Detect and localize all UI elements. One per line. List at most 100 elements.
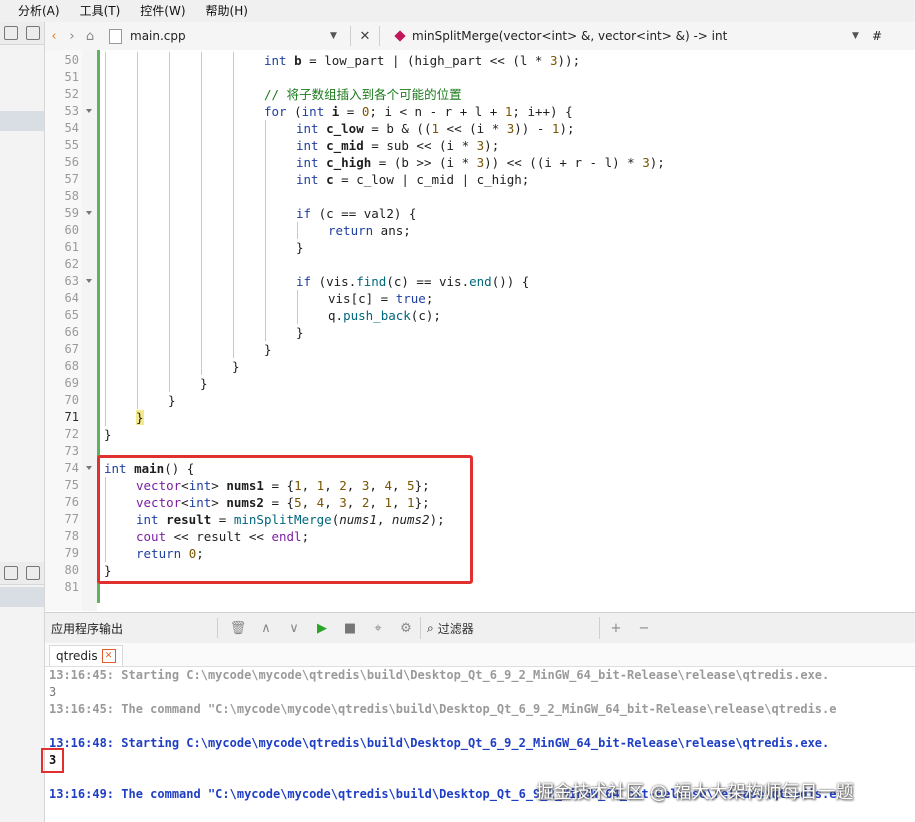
code-line[interactable]: 59 if (c == val2) { — [45, 205, 915, 222]
minus-icon[interactable]: − — [630, 621, 658, 636]
highlight-box-output — [41, 748, 64, 773]
indent-guide — [105, 154, 106, 171]
indent-guide — [137, 324, 138, 341]
tab-qtredis[interactable]: qtredis ✕ — [49, 645, 123, 666]
line-number: 51 — [64, 70, 79, 84]
code-line[interactable]: 69} — [45, 375, 915, 392]
indent-guide — [233, 324, 234, 341]
back-arrow-icon[interactable]: ‹ — [45, 29, 63, 44]
close-icon[interactable]: ✕ — [357, 29, 373, 44]
code-text: } — [264, 342, 272, 357]
close-icon[interactable]: ✕ — [101, 649, 116, 663]
filter-field[interactable]: ⌕ 过滤器 — [420, 617, 600, 639]
code-line[interactable]: 72} — [45, 426, 915, 443]
current-function-selector[interactable]: minSplitMerge(vector<int> &, vector<int>… — [412, 29, 852, 43]
indent-guide — [233, 188, 234, 205]
code-text: int c_high = (b >> (i * 3)) << ((i + r -… — [296, 155, 665, 170]
trash-icon[interactable]: 🗑 — [224, 621, 252, 636]
chevron-down-icon[interactable]: ∨ — [280, 621, 308, 636]
open-file-name[interactable]: main.cpp — [130, 29, 330, 43]
line-number: 73 — [64, 444, 79, 458]
indent-guide — [105, 273, 106, 290]
code-line[interactable]: 53 for (int i = 0; i < n - r + l + 1; i++… — [45, 103, 915, 120]
code-line[interactable]: 55 int c_mid = sub << (i * 3); — [45, 137, 915, 154]
menu-controls[interactable]: 控件(W) — [130, 0, 195, 22]
line-number: 71 — [64, 410, 79, 424]
indent-guide — [169, 324, 170, 341]
code-line[interactable]: 71} — [45, 409, 915, 426]
chevron-down-icon[interactable]: ▼ — [330, 31, 344, 41]
menu-help[interactable]: 帮助(H) — [196, 0, 258, 22]
chevron-up-icon[interactable]: ∧ — [252, 621, 280, 636]
line-number: 55 — [64, 138, 79, 152]
attach-icon[interactable]: ⌖ — [364, 621, 392, 636]
output-tabs: qtredis ✕ — [45, 643, 915, 667]
left-panel-selected-item[interactable] — [0, 111, 44, 131]
code-line[interactable]: 65 q.push_back(c); — [45, 307, 915, 324]
menu-analyze[interactable]: 分析(A) — [0, 0, 70, 22]
chevron-down-icon[interactable]: ▼ — [852, 31, 866, 41]
indent-guide — [233, 171, 234, 188]
code-line[interactable]: 60 return ans; — [45, 222, 915, 239]
line-number: 63 — [64, 274, 79, 288]
left-panel-toolbar-top — [0, 22, 44, 45]
code-editor[interactable]: 50 int b = low_part | (high_part << (l * … — [45, 50, 915, 611]
indent-guide — [265, 205, 266, 222]
code-line[interactable]: 64 vis[c] = true; — [45, 290, 915, 307]
indent-guide — [137, 205, 138, 222]
code-line[interactable]: 61} — [45, 239, 915, 256]
fold-arrow-icon[interactable] — [86, 279, 92, 283]
indent-guide — [201, 154, 202, 171]
fold-arrow-icon[interactable] — [86, 211, 92, 215]
collapse-icon[interactable] — [26, 26, 40, 40]
run-icon[interactable]: ▶ — [308, 621, 336, 636]
indent-guide — [137, 375, 138, 392]
indent-guide — [233, 69, 234, 86]
code-line[interactable]: 62 — [45, 256, 915, 273]
code-text: for (int i = 0; i < n - r + l + 1; i++) … — [264, 104, 573, 119]
menu-tools[interactable]: 工具(T) — [70, 0, 131, 22]
symbol-selector[interactable]: # — [872, 29, 882, 43]
line-number: 76 — [64, 495, 79, 509]
code-line[interactable]: 66} — [45, 324, 915, 341]
line-number: 52 — [64, 87, 79, 101]
code-line[interactable]: 63 if (vis.find(c) == vis.end()) { — [45, 273, 915, 290]
indent-guide — [297, 307, 298, 324]
code-line[interactable]: 51 — [45, 69, 915, 86]
line-number: 74 — [64, 461, 79, 475]
split-icon[interactable] — [4, 566, 18, 580]
line-number: 65 — [64, 308, 79, 322]
indent-guide — [169, 205, 170, 222]
indent-guide — [169, 341, 170, 358]
code-line[interactable]: 56 int c_high = (b >> (i * 3)) << ((i + r… — [45, 154, 915, 171]
lock-icon[interactable]: ⌂ — [81, 29, 99, 44]
code-line[interactable]: 57 int c = c_low | c_mid | c_high; — [45, 171, 915, 188]
fold-arrow-icon[interactable] — [86, 109, 92, 113]
indent-guide — [233, 256, 234, 273]
indent-guide — [201, 69, 202, 86]
indent-guide — [265, 188, 266, 205]
indent-guide — [137, 171, 138, 188]
code-line[interactable]: 50 int b = low_part | (high_part << (l * … — [45, 52, 915, 69]
split-icon[interactable] — [4, 26, 18, 40]
indent-guide — [105, 392, 106, 409]
code-line[interactable]: 70} — [45, 392, 915, 409]
stop-icon[interactable]: ■ — [336, 621, 364, 636]
indent-guide — [201, 222, 202, 239]
fold-arrow-icon[interactable] — [86, 466, 92, 470]
code-line[interactable]: 58 — [45, 188, 915, 205]
code-line[interactable]: 52 // 将子数组插入到各个可能的位置 — [45, 86, 915, 103]
output-toolbar: 应用程序输出 🗑 ∧ ∨ ▶ ■ ⌖ ⚙ ⌕ 过滤器 + − — [45, 612, 915, 644]
code-line[interactable]: 54 int c_low = b & ((1 << (i * 3)) - 1); — [45, 120, 915, 137]
plus-icon[interactable]: + — [602, 621, 630, 636]
menu-bar: 分析(A) 工具(T) 控件(W) 帮助(H) — [0, 0, 915, 22]
collapse-icon[interactable] — [26, 566, 40, 580]
forward-arrow-icon[interactable]: › — [63, 29, 81, 44]
left-panel-selected-item-2[interactable] — [0, 587, 44, 607]
gear-icon[interactable]: ⚙ — [392, 621, 420, 636]
indent-guide — [233, 273, 234, 290]
code-line[interactable]: 68} — [45, 358, 915, 375]
line-number: 57 — [64, 172, 79, 186]
line-number: 75 — [64, 478, 79, 492]
code-line[interactable]: 67} — [45, 341, 915, 358]
